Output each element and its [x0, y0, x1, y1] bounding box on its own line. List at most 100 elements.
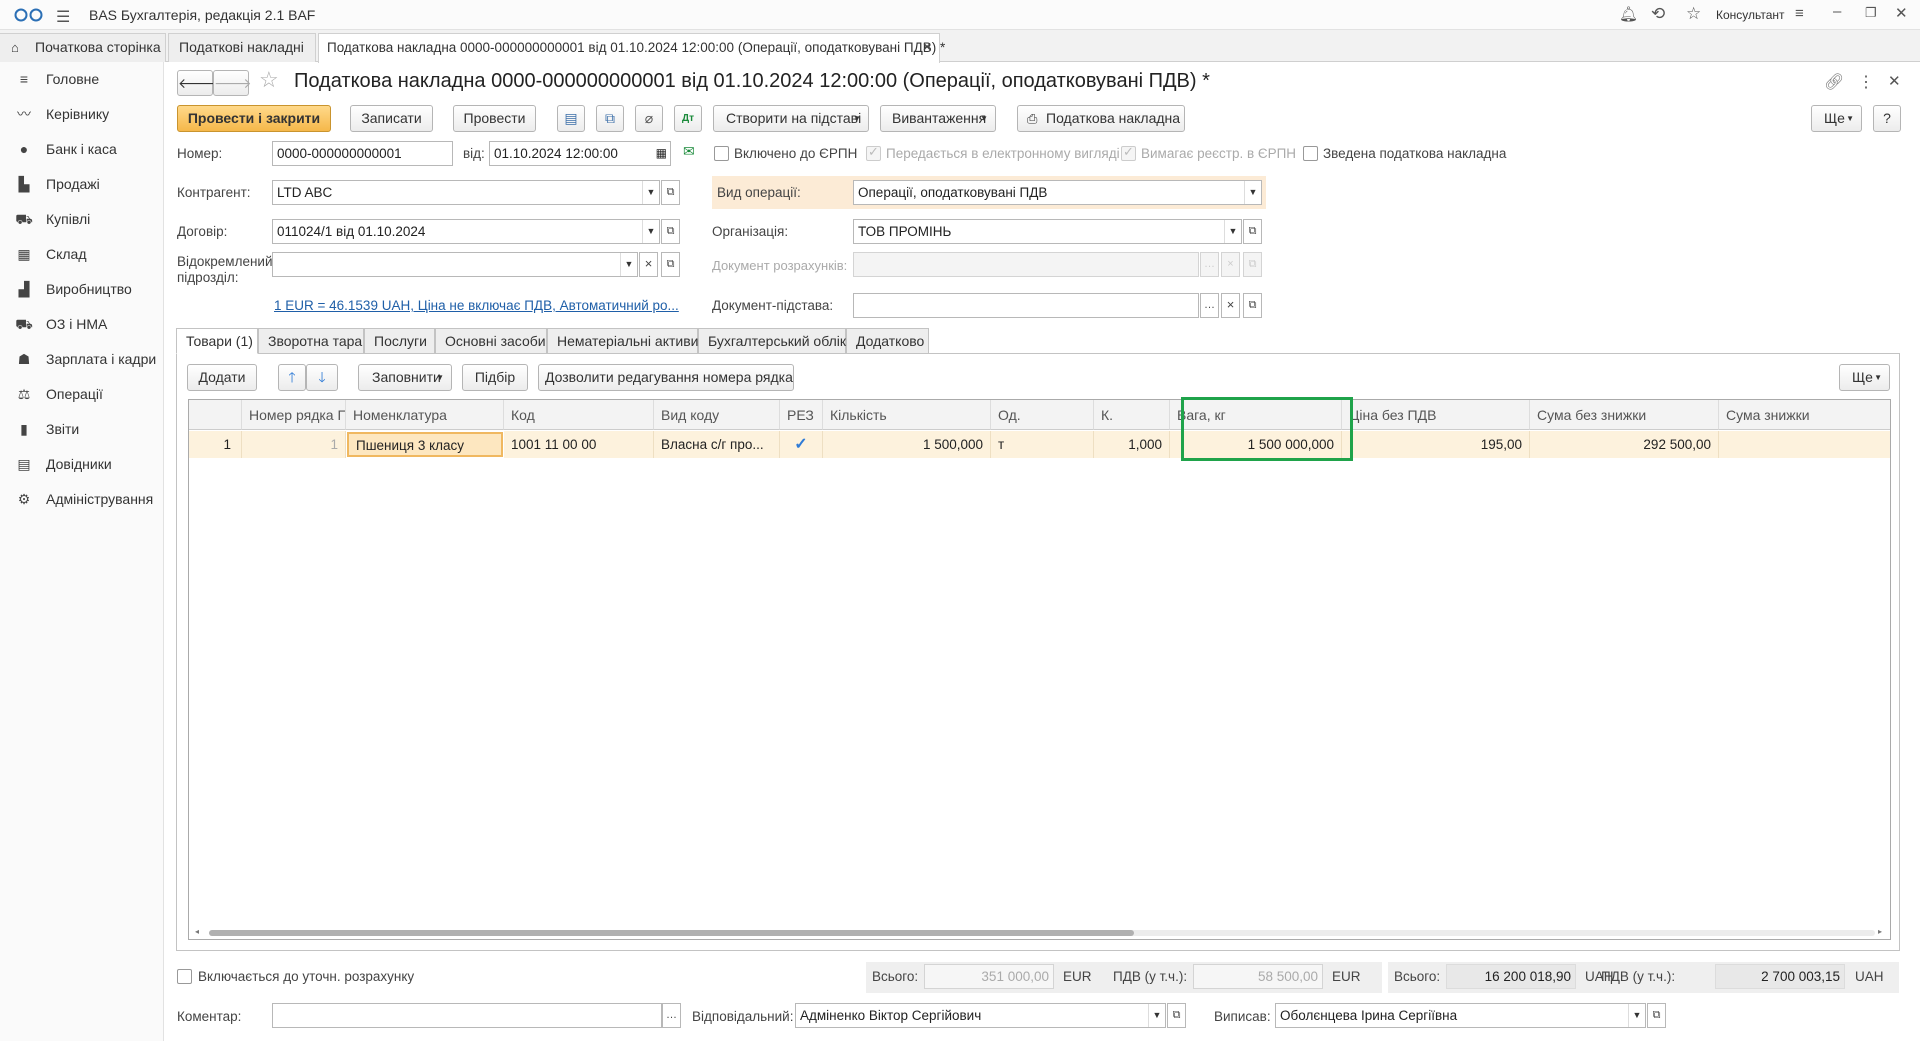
- history-icon[interactable]: ⟲: [1651, 4, 1665, 24]
- tab-home[interactable]: ⌂ Початкова сторінка: [0, 33, 166, 62]
- bell-icon[interactable]: 🔔︎: [1619, 5, 1638, 23]
- issued-by-field[interactable]: Оболєнцева Ірина Сергіївна ▼: [1275, 1003, 1646, 1028]
- open-comment-icon[interactable]: …: [662, 1003, 681, 1028]
- tab-returnable-packaging[interactable]: Зворотна тара: [258, 328, 364, 354]
- cell-code[interactable]: 1001 11 00 00: [504, 431, 654, 458]
- print-tax-invoice-button[interactable]: ⎙ Податкова накладна: [1017, 105, 1185, 132]
- save-button[interactable]: Записати: [350, 105, 433, 132]
- scroll-left-icon[interactable]: ◂: [195, 927, 199, 936]
- main-menu-icon[interactable]: ☰: [56, 7, 70, 27]
- forward-button[interactable]: 🡒: [213, 70, 252, 96]
- sidebar-item-operations[interactable]: ⚖ Операції: [0, 377, 164, 411]
- column-header-item[interactable]: Номенклатура: [346, 400, 504, 430]
- included-in-correction-checkbox[interactable]: [177, 969, 192, 984]
- responsible-field[interactable]: Адміненко Віктор Сергійович ▼: [795, 1003, 1166, 1028]
- post-and-close-button[interactable]: Провести і закрити: [177, 105, 331, 132]
- cell-line-number[interactable]: 1: [242, 431, 346, 458]
- tab-goods[interactable]: Товари (1): [176, 328, 258, 354]
- accounting-entries-button[interactable]: Дт: [674, 105, 702, 132]
- sidebar-item-bank[interactable]: ● Банк і каса: [0, 132, 164, 166]
- chevron-down-icon[interactable]: ▼: [1628, 1004, 1645, 1027]
- date-field[interactable]: 01.10.2024 12:00:00 ▦: [489, 141, 671, 166]
- column-header-quantity[interactable]: Кількість: [823, 400, 991, 430]
- cell-quantity[interactable]: 1 500,000: [823, 431, 991, 458]
- cell-n[interactable]: 1: [189, 431, 242, 458]
- open-base-doc-icon[interactable]: ⧉: [1243, 293, 1262, 318]
- organization-field[interactable]: ТОВ ПРОМІНЬ ▼: [853, 219, 1242, 244]
- help-button[interactable]: ?: [1873, 105, 1901, 132]
- tab-fixed-assets[interactable]: Основні засоби: [435, 328, 547, 354]
- comment-field[interactable]: [272, 1003, 662, 1028]
- star-icon[interactable]: ☆: [1686, 4, 1701, 24]
- tab-services[interactable]: Послуги: [364, 328, 435, 354]
- sidebar-item-directories[interactable]: ▤ Довідники: [0, 447, 164, 481]
- open-division-icon[interactable]: ⧉: [661, 252, 680, 277]
- column-header-code[interactable]: Код: [504, 400, 654, 430]
- sidebar-item-warehouse[interactable]: ▦ Склад: [0, 237, 164, 271]
- column-header-coefficient[interactable]: К.: [1094, 400, 1170, 430]
- check-mail-icon[interactable]: ✉: [683, 143, 695, 160]
- column-header-sum-no-discount[interactable]: Сума без знижки: [1530, 400, 1719, 430]
- document-journal-button[interactable]: ▤: [557, 105, 585, 132]
- move-down-button[interactable]: 🡓: [306, 364, 338, 391]
- sidebar-item-purchases[interactable]: ⛟ Купівлі: [0, 202, 164, 236]
- cell-price[interactable]: 195,00: [1342, 431, 1530, 458]
- column-header-price[interactable]: Ціна без ПДВ: [1342, 400, 1530, 430]
- fill-button[interactable]: Заповнити ▼: [358, 364, 452, 391]
- column-header-rez[interactable]: РЕЗ: [780, 400, 823, 430]
- back-button[interactable]: 🡐: [177, 70, 216, 96]
- close-tab-icon[interactable]: ✕: [922, 34, 932, 61]
- sidebar-item-fixed-assets[interactable]: ⛟ ОЗ і НМА: [0, 307, 164, 341]
- open-issued-by-icon[interactable]: ⧉: [1647, 1003, 1666, 1028]
- close-document-icon[interactable]: ✕: [1888, 72, 1901, 90]
- open-organization-icon[interactable]: ⧉: [1243, 219, 1262, 244]
- close-window-icon[interactable]: ✕: [1895, 4, 1908, 22]
- sidebar-item-production[interactable]: ▟ Виробництво: [0, 272, 164, 306]
- link-icon[interactable]: 🔗︎: [1824, 72, 1844, 92]
- more-actions-button[interactable]: Ще ▼: [1811, 105, 1862, 132]
- division-field[interactable]: ▼: [272, 252, 638, 277]
- column-header-discount[interactable]: Сума знижки: [1719, 400, 1890, 430]
- chevron-down-icon[interactable]: ▼: [642, 181, 659, 204]
- open-counterparty-icon[interactable]: ⧉: [661, 180, 680, 205]
- cell-coefficient[interactable]: 1,000: [1094, 431, 1170, 458]
- select-base-doc-icon[interactable]: …: [1200, 293, 1219, 318]
- attach-file-button[interactable]: ⌀: [635, 105, 663, 132]
- allow-edit-line-number-button[interactable]: Дозволити редагування номера рядка: [538, 364, 794, 391]
- calendar-icon[interactable]: ▦: [656, 142, 667, 165]
- table-more-button[interactable]: Ще ▼: [1839, 364, 1890, 391]
- restore-icon[interactable]: ❐: [1865, 5, 1877, 21]
- scrollbar-thumb[interactable]: [209, 930, 1134, 936]
- number-field[interactable]: 0000-000000000001: [272, 141, 453, 166]
- chevron-down-icon[interactable]: ▼: [1244, 181, 1261, 204]
- sidebar-item-manager[interactable]: 〰 Керівнику: [0, 97, 164, 131]
- add-row-button[interactable]: Додати: [187, 364, 257, 391]
- tab-current-invoice[interactable]: Податкова накладна 0000-000000000001 від…: [318, 33, 945, 63]
- sidebar-item-administration[interactable]: ⚙ Адміністрування: [0, 482, 164, 516]
- settings-menu-icon[interactable]: ≡: [1795, 5, 1804, 22]
- operation-type-field[interactable]: Операції, оподатковувані ПДВ ▼: [853, 180, 1262, 205]
- scroll-right-icon[interactable]: ▸: [1878, 927, 1882, 936]
- minimize-icon[interactable]: –: [1833, 3, 1841, 20]
- create-based-on-button[interactable]: Створити на підставі ▼: [713, 105, 869, 132]
- chevron-down-icon[interactable]: ▼: [620, 253, 637, 276]
- more-vert-icon[interactable]: ⋮: [1858, 72, 1874, 92]
- column-header-unit[interactable]: Од.: [991, 400, 1094, 430]
- sidebar-item-reports[interactable]: ▮ Звіти: [0, 412, 164, 446]
- move-up-button[interactable]: 🡑: [278, 364, 306, 391]
- erpn-included-checkbox[interactable]: [714, 146, 729, 161]
- currency-settings-link[interactable]: 1 EUR = 46.1539 UAH, Ціна не включає ПДВ…: [274, 298, 679, 313]
- column-header-n[interactable]: [189, 400, 242, 430]
- cell-unit[interactable]: т: [991, 431, 1094, 458]
- contract-field[interactable]: 011024/1 від 01.10.2024 ▼: [272, 219, 660, 244]
- sidebar-item-main[interactable]: ≡ Головне: [0, 62, 164, 96]
- cell-discount[interactable]: [1719, 431, 1890, 458]
- tab-additional[interactable]: Додатково: [846, 328, 929, 354]
- tab-intangible-assets[interactable]: Нематеріальні активи: [547, 328, 698, 354]
- sidebar-item-payroll[interactable]: ☗ Зарплата і кадри: [0, 342, 164, 376]
- column-header-line-number[interactable]: Номер рядка ПН: [242, 400, 346, 430]
- upload-button[interactable]: Вивантаження ▼: [880, 105, 996, 132]
- sidebar-item-sales[interactable]: ▙ Продажі: [0, 167, 164, 201]
- cell-rez-check-icon[interactable]: ✓: [780, 431, 823, 458]
- user-name[interactable]: Консультант: [1716, 8, 1785, 22]
